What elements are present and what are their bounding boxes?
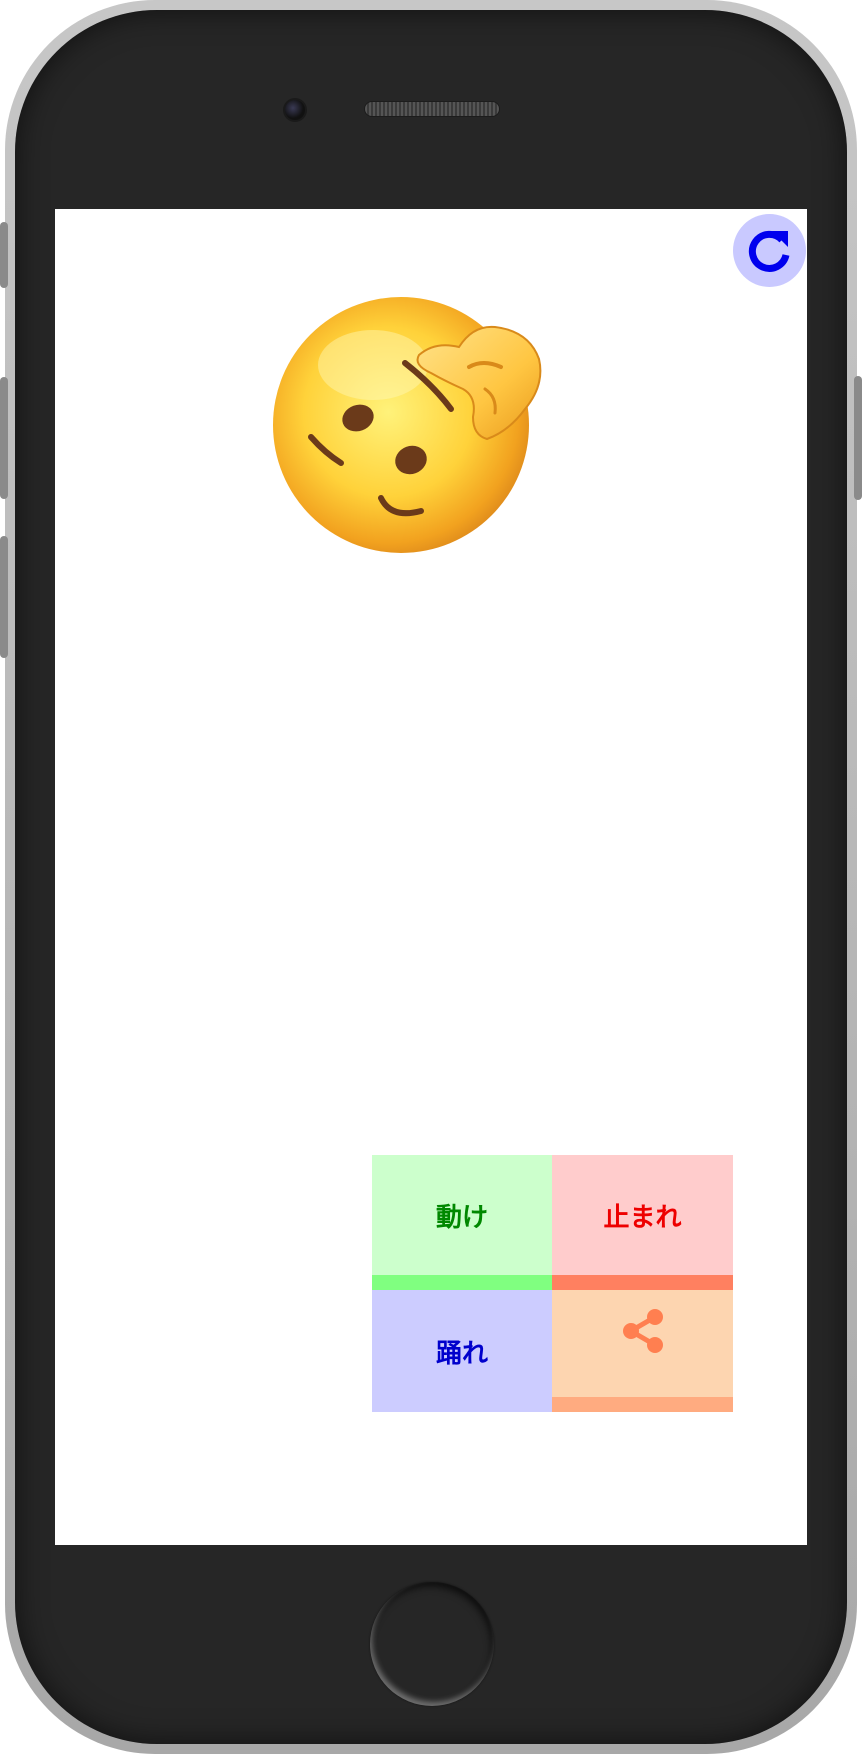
mute-switch xyxy=(0,222,8,288)
dance-button-label: 踊れ xyxy=(435,1338,488,1369)
earpiece-speaker xyxy=(364,101,500,117)
app-screen: 動け 止まれ 踊れ xyxy=(55,209,807,1545)
home-button[interactable] xyxy=(370,1582,494,1706)
stop-button-label: 止まれ xyxy=(603,1202,682,1233)
volume-up-button xyxy=(0,377,8,499)
dance-button[interactable]: 踊れ xyxy=(372,1290,552,1412)
move-button-label: 動け xyxy=(435,1202,488,1233)
face-with-hand-over-forehead-emoji xyxy=(273,297,542,553)
share-button[interactable] xyxy=(552,1290,733,1412)
power-button xyxy=(854,376,862,500)
move-button[interactable]: 動け xyxy=(372,1155,552,1290)
reload-button[interactable] xyxy=(733,214,806,287)
share-icon xyxy=(622,1309,663,1353)
stop-button[interactable]: 止まれ xyxy=(552,1155,733,1290)
reload-icon xyxy=(748,230,789,272)
control-button-grid: 動け 止まれ 踊れ xyxy=(372,1155,733,1412)
volume-down-button xyxy=(0,536,8,658)
front-camera xyxy=(283,98,307,122)
